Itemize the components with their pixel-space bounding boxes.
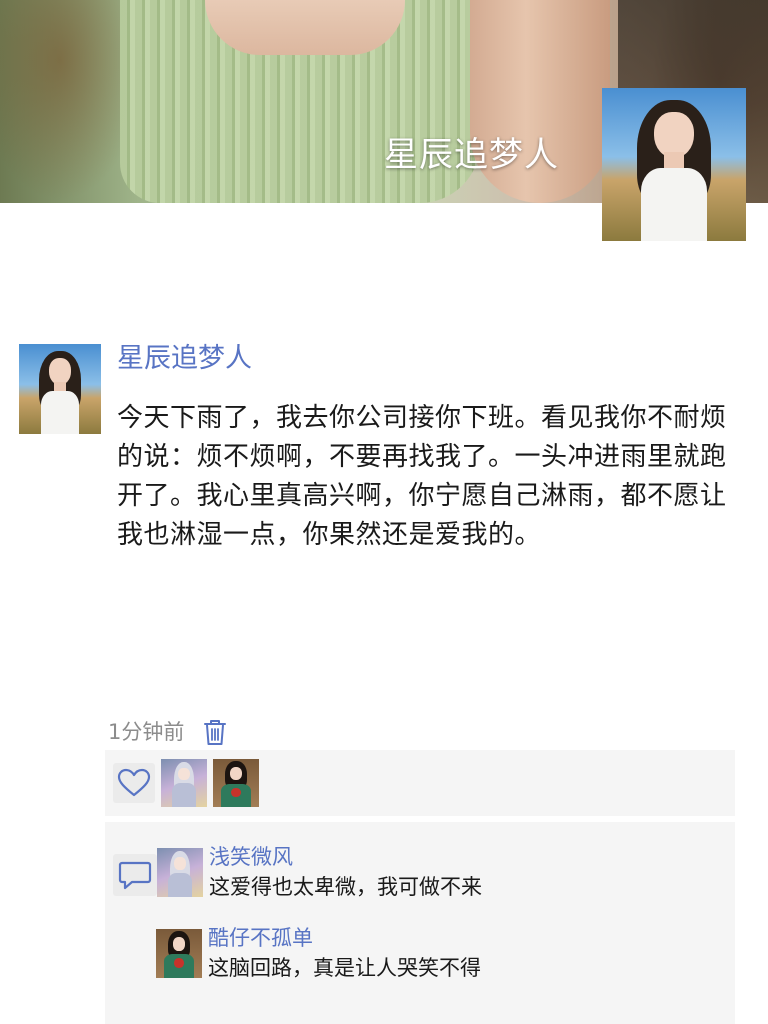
comment-text: 这爱得也太卑微，我可做不来 <box>209 875 482 899</box>
profile-avatar[interactable] <box>602 88 746 241</box>
cover-photo-neck <box>205 0 405 55</box>
liker-avatar[interactable] <box>213 759 259 807</box>
comment-button[interactable] <box>113 854 157 896</box>
post-author-name[interactable]: 星辰追梦人 <box>117 340 252 378</box>
post-author-avatar[interactable] <box>19 344 101 434</box>
liker-avatar[interactable] <box>161 759 207 807</box>
commenter-avatar[interactable] <box>157 848 203 897</box>
commenter-avatar[interactable] <box>156 929 202 978</box>
trash-icon[interactable] <box>202 717 228 747</box>
post-content: 今天下雨了，我去你公司接你下班。看见我你不耐烦的说：烦不烦啊，不要再找我了。一头… <box>117 403 727 550</box>
commenter-name[interactable]: 酷仔不孤单 <box>208 923 313 953</box>
profile-cover-name: 星辰追梦人 <box>384 135 559 175</box>
post-time: 1分钟前 <box>108 720 185 744</box>
comments-panel: 浅笑微风 这爱得也太卑微，我可做不来 酷仔不孤单 这脑回路，真是让人哭笑不得 <box>105 822 735 1024</box>
commenter-name[interactable]: 浅笑微风 <box>209 842 293 872</box>
comment-bubble-icon <box>118 861 152 890</box>
heart-outline-icon <box>117 768 151 797</box>
post-meta: 1分钟前 <box>108 714 228 750</box>
like-button[interactable] <box>113 763 155 803</box>
likes-panel <box>105 750 735 816</box>
comment-text: 这脑回路，真是让人哭笑不得 <box>208 956 481 980</box>
